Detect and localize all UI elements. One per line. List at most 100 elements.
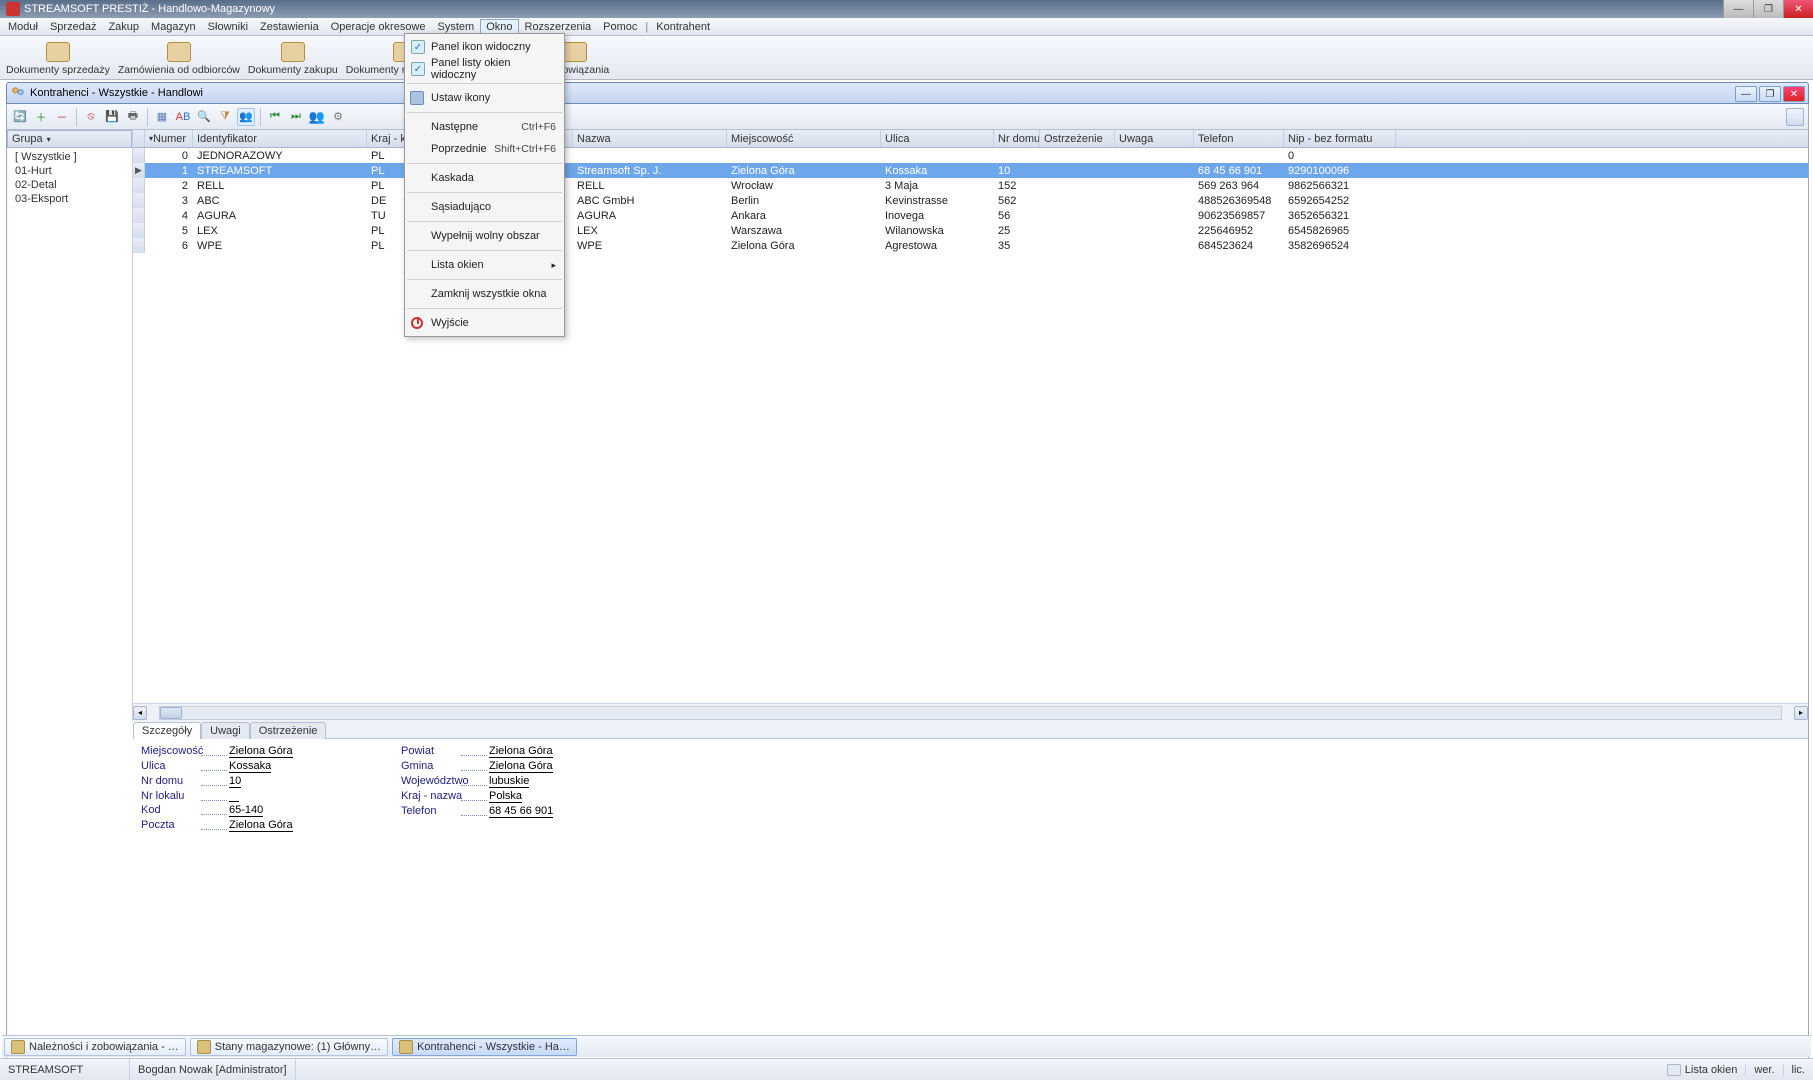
detail-value[interactable]: Polska [489, 790, 522, 803]
groups-icon[interactable]: 👥 [237, 108, 255, 126]
grid-header[interactable]: ▾NumerIdentyfikatorKraj - kodNazwaMiejsc… [133, 130, 1808, 148]
scroll-thumb[interactable] [160, 707, 182, 719]
detail-value[interactable]: Zielona Góra [229, 819, 293, 832]
menu-magazyn[interactable]: Magazyn [145, 19, 202, 35]
window-tab[interactable]: Kontrahenci - Wszystkie - Ha… [392, 1038, 577, 1056]
add-icon[interactable]: ＋ [32, 108, 50, 126]
child-close-button[interactable]: ✕ [1783, 86, 1805, 102]
column-header[interactable]: Telefon [1194, 130, 1284, 147]
column-header[interactable]: Identyfikator [193, 130, 367, 147]
goto-last-icon[interactable]: ⏭ [287, 108, 305, 126]
maximize-button[interactable]: ❐ [1753, 0, 1783, 18]
menu-kontrahent[interactable]: Kontrahent [650, 19, 716, 35]
goto-first-icon[interactable]: ⏮ [266, 108, 284, 126]
menu-zakup[interactable]: Zakup [102, 19, 145, 35]
group-column-header[interactable]: Grupa ▾ [7, 130, 132, 148]
close-button[interactable]: ✕ [1783, 0, 1813, 18]
menu-separator [407, 192, 562, 193]
menu-item-ustaw-ikony[interactable]: Ustaw ikony [405, 87, 564, 109]
column-header[interactable]: Ostrzeżenie [1040, 130, 1115, 147]
table-row[interactable]: 5LEXPLLEXWarszawaWilanowska2522564695265… [133, 223, 1808, 238]
detail-value[interactable]: 10 [229, 775, 241, 788]
tree-item[interactable]: 02-Detal [7, 178, 132, 192]
detail-value[interactable]: 68 45 66 901 [489, 805, 553, 818]
refresh-icon[interactable]: 🔄 [11, 108, 29, 126]
detail-value[interactable]: lubuskie [489, 775, 529, 788]
menu-item-panel-ikon-widoczny[interactable]: ✓Panel ikon widoczny [405, 36, 564, 58]
minimize-button[interactable]: — [1723, 0, 1753, 18]
detail-value[interactable]: 65-140 [229, 804, 263, 817]
menu-item-wypełnij-wolny-obszar[interactable]: Wypełnij wolny obszar [405, 225, 564, 247]
menu-item-lista-okien[interactable]: Lista okien▸ [405, 254, 564, 276]
okno-dropdown-menu[interactable]: ✓Panel ikon widoczny✓Panel listy okien w… [404, 33, 565, 337]
toolbar-dokumenty-sprzedaży[interactable]: Dokumenty sprzedaży [2, 41, 114, 77]
detail-value[interactable] [229, 790, 239, 802]
scroll-track[interactable] [159, 706, 1782, 720]
grid-body[interactable]: 0JEDNORAZOWYPL0▶1STREAMSOFTPLStreamsoft … [133, 148, 1808, 703]
menu-item-wyjście[interactable]: Wyjście [405, 312, 564, 334]
menu-item-kaskada[interactable]: Kaskada [405, 167, 564, 189]
grid-icon[interactable]: ▦ [153, 108, 171, 126]
settings-icon[interactable]: ⚙ [329, 108, 347, 126]
menu-pomoc[interactable]: Pomoc [597, 19, 643, 35]
column-header[interactable]: ▾Numer [145, 130, 193, 147]
child-window-controls: — ❐ ✕ [1735, 86, 1805, 102]
menu-item-zamknij-wszystkie-okna[interactable]: Zamknij wszystkie okna [405, 283, 564, 305]
column-header[interactable]: Nazwa [573, 130, 727, 147]
grid-horizontal-scrollbar[interactable]: ◂ ▸ [133, 703, 1808, 721]
menu-zestawienia[interactable]: Zestawienia [254, 19, 325, 35]
menu-item-następne[interactable]: NastępneCtrl+F6 [405, 116, 564, 138]
detail-tab-uwagi[interactable]: Uwagi [201, 722, 250, 739]
scroll-left-button[interactable]: ◂ [133, 706, 147, 720]
tree-item[interactable]: [ Wszystkie ] [7, 150, 132, 164]
detail-label: Nr domu [141, 775, 229, 788]
child-restore-button[interactable]: ❐ [1759, 86, 1781, 102]
column-header[interactable]: Nip - bez formatu [1284, 130, 1396, 147]
menu-moduł[interactable]: Moduł [2, 19, 44, 35]
menu-separator [407, 83, 562, 84]
detail-value[interactable]: Zielona Góra [229, 745, 293, 758]
sort-icon[interactable]: AB [174, 108, 192, 126]
panel-toggle-button[interactable] [1786, 108, 1804, 126]
find-icon[interactable]: 🔍 [195, 108, 213, 126]
table-row[interactable]: 4AGURATUAGURAAnkaraInovega56906235698573… [133, 208, 1808, 223]
detail-value[interactable]: Kossaka [229, 760, 271, 773]
tree-item[interactable]: 03-Eksport [7, 192, 132, 206]
menu-item-poprzednie[interactable]: PoprzednieShift+Ctrl+F6 [405, 138, 564, 160]
column-header[interactable]: Uwaga [1115, 130, 1194, 147]
detail-value[interactable]: Zielona Góra [489, 760, 553, 773]
menu-item-panel-listy-okien-widoczny[interactable]: ✓Panel listy okien widoczny [405, 58, 564, 80]
child-minimize-button[interactable]: — [1735, 86, 1757, 102]
toolbar-dokumenty-zakupu[interactable]: Dokumenty zakupu [244, 41, 342, 77]
remove-icon[interactable]: － [53, 108, 71, 126]
filter-icon[interactable]: ⧩ [216, 108, 234, 126]
cancel-icon[interactable]: ⦸ [82, 108, 100, 126]
detail-tab-ostrzeżenie[interactable]: Ostrzeżenie [250, 722, 327, 739]
menu-sprzedaż[interactable]: Sprzedaż [44, 19, 102, 35]
menu-item-sąsiadująco[interactable]: Sąsiadująco [405, 196, 564, 218]
table-row[interactable]: 0JEDNORAZOWYPL0 [133, 148, 1808, 163]
menu-separator [407, 163, 562, 164]
people-icon[interactable]: 👥 [308, 108, 326, 126]
table-row[interactable]: 3ABCDEABC GmbHBerlinKevinstrasse56248852… [133, 193, 1808, 208]
status-window-list[interactable]: Lista okien [1659, 1064, 1747, 1076]
print-icon[interactable]: 🖶 [124, 108, 142, 126]
group-tree[interactable]: [ Wszystkie ]01-Hurt02-Detal03-Eksport [7, 148, 132, 208]
cell-uw [1115, 193, 1194, 208]
column-header[interactable]: Ulica [881, 130, 994, 147]
save-icon[interactable]: 💾 [103, 108, 121, 126]
scroll-right-button[interactable]: ▸ [1794, 706, 1808, 720]
menu-słowniki[interactable]: Słowniki [202, 19, 254, 35]
column-header[interactable]: Miejscowość [727, 130, 881, 147]
detail-label: Kraj - nazwa [401, 790, 489, 803]
table-row[interactable]: 6WPEPLWPEZielona GóraAgrestowa3568452362… [133, 238, 1808, 253]
column-header[interactable]: Nr domu [994, 130, 1040, 147]
table-row[interactable]: 2RELLPLRELLWrocław3 Maja152569 263 96498… [133, 178, 1808, 193]
table-row[interactable]: ▶1STREAMSOFTPLStreamsoft Sp. J.Zielona G… [133, 163, 1808, 178]
tree-item[interactable]: 01-Hurt [7, 164, 132, 178]
window-tab[interactable]: Należności i zobowiązania - … [4, 1038, 186, 1056]
detail-tab-szczegóły[interactable]: Szczegóły [133, 722, 201, 739]
window-tab[interactable]: Stany magazynowe: (1) Główny… [190, 1038, 388, 1056]
toolbar-zamówienia-od-odbiorców[interactable]: Zamówienia od odbiorców [114, 41, 244, 77]
detail-value[interactable]: Zielona Góra [489, 745, 553, 758]
